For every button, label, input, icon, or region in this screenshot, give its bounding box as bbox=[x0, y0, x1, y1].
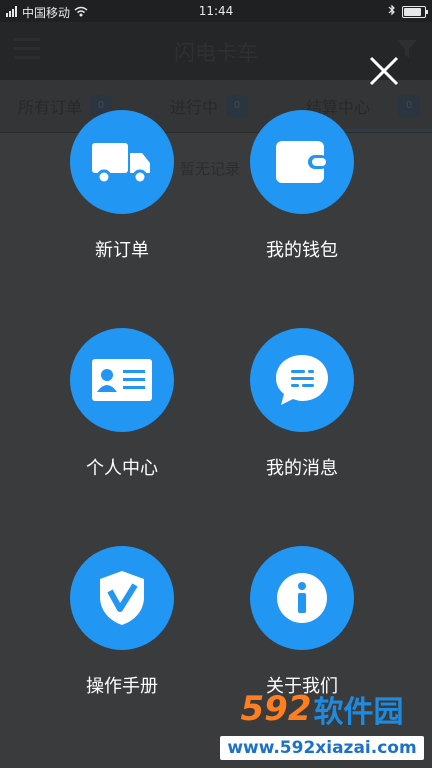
battery-icon bbox=[402, 5, 428, 18]
id-card-icon bbox=[92, 359, 152, 401]
watermark: 592 软件园 www.592xiazai.com bbox=[212, 688, 432, 768]
tab-badge: 0 bbox=[398, 95, 421, 117]
profile-button[interactable] bbox=[70, 328, 174, 432]
watermark-brand: 软件园 bbox=[313, 695, 404, 730]
menu-item-label: 我的钱包 bbox=[266, 240, 338, 261]
close-button[interactable] bbox=[366, 53, 402, 89]
menu-item-profile[interactable]: 个人中心 bbox=[42, 328, 202, 480]
status-time: 11:44 bbox=[198, 4, 234, 18]
wallet-button[interactable] bbox=[250, 110, 354, 214]
status-bar: 中国移动 11:44 bbox=[0, 0, 432, 22]
info-icon bbox=[277, 573, 327, 623]
menu-item-messages[interactable]: 我的消息 bbox=[222, 328, 382, 480]
message-icon bbox=[276, 355, 328, 405]
watermark-digits: 592 bbox=[240, 689, 312, 729]
close-icon bbox=[369, 56, 399, 86]
about-button[interactable] bbox=[250, 546, 354, 650]
new-order-button[interactable] bbox=[70, 110, 174, 214]
watermark-logo: 592 软件园 bbox=[212, 688, 432, 730]
menu-item-about[interactable]: 关于我们 bbox=[222, 546, 382, 698]
menu-item-label: 操作手册 bbox=[86, 676, 158, 697]
menu-item-manual[interactable]: 操作手册 bbox=[42, 546, 202, 698]
wallet-icon bbox=[276, 141, 328, 183]
truck-icon bbox=[92, 143, 150, 185]
manual-button[interactable] bbox=[70, 546, 174, 650]
messages-button[interactable] bbox=[250, 328, 354, 432]
menu-item-label: 个人中心 bbox=[86, 458, 158, 479]
shield-icon bbox=[100, 571, 144, 625]
menu-item-label: 新订单 bbox=[95, 240, 149, 261]
watermark-url: www.592xiazai.com bbox=[220, 736, 424, 760]
menu-item-wallet[interactable]: 我的钱包 bbox=[222, 110, 382, 262]
status-right bbox=[388, 4, 428, 19]
menu-item-label: 我的消息 bbox=[266, 458, 338, 479]
menu-item-new-order[interactable]: 新订单 bbox=[42, 110, 202, 262]
bluetooth-icon bbox=[388, 4, 396, 19]
